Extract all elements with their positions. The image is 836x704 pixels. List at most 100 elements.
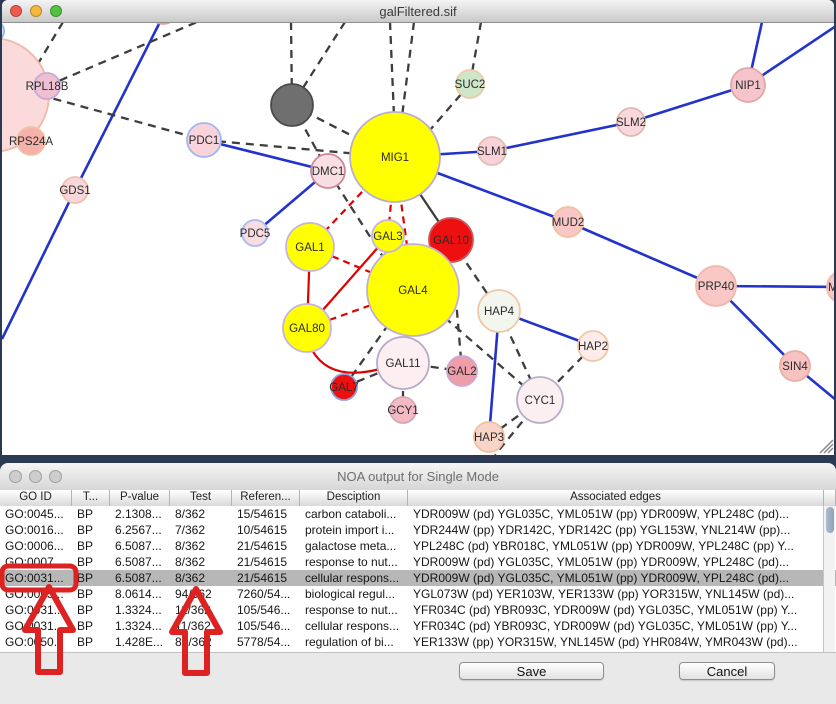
table-cell: YDR009W (pd) YGL035C, YML051W (pp) YDR00… xyxy=(408,570,836,586)
edge[interactable] xyxy=(631,85,748,122)
table-cell: BP xyxy=(72,522,110,538)
table-cell: GO:0065... xyxy=(0,586,72,602)
table-cell: response to nut... xyxy=(300,554,408,570)
table-cell: BP xyxy=(72,506,110,522)
network-canvas[interactable]: RPL18BRPS24AGDS1PDC1MIG1DMC1SUC2SLM1SLM2… xyxy=(2,23,834,455)
node-label-GAL7: GAL7 xyxy=(329,382,358,394)
column-header-go-id[interactable]: GO ID xyxy=(0,490,72,506)
column-header-stub xyxy=(824,490,836,506)
graph-window-titlebar[interactable]: galFiltered.sif xyxy=(2,0,834,23)
table-cell: 7/362 xyxy=(170,522,232,538)
table-cell: regulation of bi... xyxy=(300,634,408,650)
column-header-t-[interactable]: T... xyxy=(72,490,110,506)
cancel-button[interactable]: Cancel xyxy=(679,662,775,680)
table-cell: 8/362 xyxy=(170,538,232,554)
table-cell: YGL073W (pd) YER103W, YER133W (pp) YOR31… xyxy=(408,586,836,602)
node-label-PRP40: PRP40 xyxy=(698,281,734,293)
node-label-NIP1: NIP1 xyxy=(735,80,761,92)
node-label-HAP2: HAP2 xyxy=(578,341,608,353)
table-cell: BP xyxy=(72,586,110,602)
node-label-SLM1: SLM1 xyxy=(477,146,507,158)
table-cell: 7260/54... xyxy=(232,586,300,602)
table-cell: GO:0031... xyxy=(0,618,72,634)
noa-titlebar[interactable]: NOA output for Single Mode xyxy=(0,463,836,491)
table-cell: YDR009W (pd) YGL035C, YML051W (pp) YDR00… xyxy=(408,554,836,570)
table-cell: GO:0031... xyxy=(0,570,72,586)
node-label-RPL18B: RPL18B xyxy=(26,81,69,93)
table-cell: 6.5087... xyxy=(110,554,170,570)
vertical-scrollbar[interactable] xyxy=(823,506,835,652)
node-label-MUD2: MUD2 xyxy=(552,217,585,229)
edge[interactable] xyxy=(40,95,204,140)
table-row[interactable]: GO:0031...BP1.3324...11/362105/546...cel… xyxy=(0,618,836,634)
edge[interactable] xyxy=(2,190,75,339)
node-label-GAL4: GAL4 xyxy=(398,285,428,297)
table-cell: 6.2567... xyxy=(110,522,170,538)
node-label-GAL11: GAL11 xyxy=(386,358,421,370)
table-row[interactable]: GO:0065...BP8.0614...94/3627260/54...bio… xyxy=(0,586,836,602)
table-cell: 5778/54... xyxy=(232,634,300,650)
table-cell: GO:0006... xyxy=(0,538,72,554)
table-row[interactable]: GO:0031...BP1.3324...11/362105/546...res… xyxy=(0,602,836,618)
column-header-desciption[interactable]: Desciption xyxy=(300,490,408,506)
zoom-button[interactable] xyxy=(50,5,62,17)
table-cell: GO:0045... xyxy=(0,506,72,522)
table-row[interactable]: GO:0031...BP6.5087...8/36221/54615cellul… xyxy=(0,570,836,586)
graph-window-title: galFiltered.sif xyxy=(379,4,456,19)
column-header-p-value[interactable]: P-value xyxy=(110,490,170,506)
table-cell: GO:0016... xyxy=(0,522,72,538)
scrollbar-thumb[interactable] xyxy=(826,507,834,533)
node-label-GAL2: GAL2 xyxy=(447,366,476,378)
node-label-SLM2: SLM2 xyxy=(616,117,646,129)
table-cell: 21/54615 xyxy=(232,554,300,570)
table-cell: 105/546... xyxy=(232,602,300,618)
table-cell: carbon cataboli... xyxy=(300,506,408,522)
table-cell: BP xyxy=(72,570,110,586)
table-cell: 94/362 xyxy=(170,586,232,602)
zoom-button[interactable] xyxy=(49,470,62,483)
node-label-RPS24A: RPS24A xyxy=(9,136,53,148)
table-cell: 1.3324... xyxy=(110,602,170,618)
node-label-MSL1: MSL1 xyxy=(828,282,834,294)
edge[interactable] xyxy=(75,23,163,190)
column-header-associated-edges[interactable]: Associated edges xyxy=(408,490,824,506)
table-row[interactable]: GO:0050...BP1.428E...80/3625778/54...reg… xyxy=(0,634,836,650)
table-cell: 8.0614... xyxy=(110,586,170,602)
table-row[interactable]: GO:0007...BP6.5087...8/36221/54615respon… xyxy=(0,554,836,570)
table-cell: GO:0007... xyxy=(0,554,72,570)
results-table-header: GO IDT...P-valueTestReferen...Desciption… xyxy=(0,490,836,507)
table-cell: YER133W (pp) YOR315W, YNL145W (pd) YHR08… xyxy=(408,634,836,650)
table-cell: YDR009W (pd) YGL035C, YML051W (pp) YDR00… xyxy=(408,506,836,522)
minimize-button[interactable] xyxy=(29,470,42,483)
resize-grip-icon[interactable] xyxy=(820,440,833,453)
edge[interactable] xyxy=(47,23,197,86)
table-row[interactable]: GO:0016...BP6.2567...7/36210/54615protei… xyxy=(0,522,836,538)
edge[interactable] xyxy=(492,122,631,151)
inactive-traffic-lights xyxy=(9,470,62,483)
column-header-test[interactable]: Test xyxy=(170,490,232,506)
table-cell: GO:0050... xyxy=(0,634,72,650)
edge-gal80-gal11[interactable] xyxy=(312,350,380,373)
node-label-DMC1: DMC1 xyxy=(312,166,345,178)
table-cell: protein import i... xyxy=(300,522,408,538)
node-graynode[interactable] xyxy=(271,84,313,126)
node-toppink[interactable] xyxy=(149,23,177,24)
table-cell: biological regul... xyxy=(300,586,408,602)
edge[interactable] xyxy=(568,222,716,286)
minimize-button[interactable] xyxy=(30,5,42,17)
column-header-referen-[interactable]: Referen... xyxy=(232,490,300,506)
table-cell: BP xyxy=(72,634,110,650)
node-label-SUC2: SUC2 xyxy=(455,79,486,91)
table-cell: 21/54615 xyxy=(232,538,300,554)
table-cell: YFR034C (pd) YBR093C, YDR009W (pd) YGL03… xyxy=(408,602,836,618)
node-label-CYC1: CYC1 xyxy=(525,395,556,407)
table-cell: 6.5087... xyxy=(110,570,170,586)
save-button[interactable]: Save xyxy=(459,662,604,680)
table-cell: BP xyxy=(72,554,110,570)
table-cell: 2.1308... xyxy=(110,506,170,522)
close-button[interactable] xyxy=(9,470,22,483)
table-row[interactable]: GO:0006...BP6.5087...8/36221/54615galact… xyxy=(0,538,836,554)
table-cell: 6.5087... xyxy=(110,538,170,554)
table-row[interactable]: GO:0045...BP2.1308...8/36215/54615carbon… xyxy=(0,506,836,522)
close-button[interactable] xyxy=(10,5,22,17)
